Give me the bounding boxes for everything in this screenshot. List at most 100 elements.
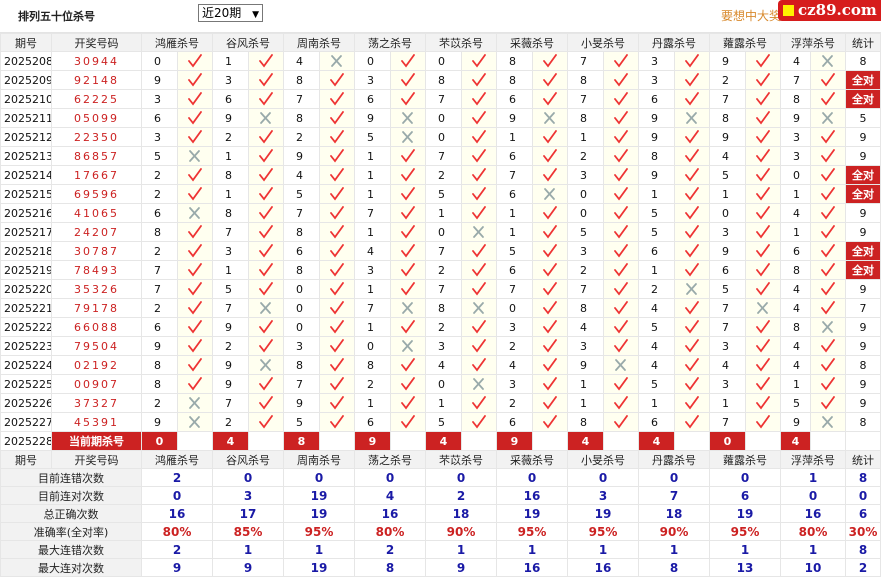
- kill-result: [810, 184, 846, 204]
- stat-value: 16: [780, 504, 846, 523]
- kill-result: [674, 203, 710, 223]
- cross-icon: [822, 416, 833, 428]
- stat-value: 0: [354, 468, 426, 487]
- kill-result: [248, 146, 284, 166]
- check-icon: [821, 206, 835, 220]
- kill-number: 7: [496, 279, 533, 299]
- column-header: 期号: [0, 33, 52, 52]
- kill-number: 5: [638, 374, 675, 394]
- kill-result: [390, 317, 426, 337]
- kill-result: [390, 241, 426, 261]
- kill-result: [674, 108, 710, 128]
- notice-link[interactable]: 要想中大奖: [721, 7, 781, 24]
- kill-result: [674, 51, 710, 71]
- check-icon: [543, 130, 557, 144]
- column-header: 采薇杀号: [496, 33, 568, 52]
- draw-number: 69596: [51, 184, 142, 204]
- kill-number: 9: [212, 374, 249, 394]
- kill-number: 7: [425, 89, 462, 109]
- check-icon: [543, 358, 557, 372]
- kill-number: 4: [283, 51, 320, 71]
- column-header: 开奖号码: [51, 450, 142, 469]
- issue-number: 2025215: [0, 184, 52, 204]
- cross-icon: [757, 302, 768, 314]
- kill-result: [461, 165, 497, 185]
- kill-number: 8: [780, 260, 811, 280]
- kill-number: 8: [567, 298, 604, 318]
- kill-result: [319, 317, 355, 337]
- stat-value: 8: [354, 558, 426, 577]
- issue-number: 2025209: [0, 70, 52, 90]
- kill-result: [603, 355, 639, 375]
- kill-number: 9: [638, 165, 675, 185]
- stat-value: 1: [212, 540, 284, 559]
- kill-result: [745, 146, 781, 166]
- kill-result: [177, 355, 213, 375]
- kill-result: [745, 374, 781, 394]
- site-logo[interactable]: cz89.com: [778, 0, 881, 21]
- table-row: 2025209 92148 9 3 8 3 8 8 8 3 2 7 全对: [0, 70, 881, 90]
- kill-result: [810, 146, 846, 166]
- kill-number: 4: [780, 279, 811, 299]
- stat-value: 85%: [212, 522, 284, 541]
- kill-number: 3: [567, 336, 604, 356]
- kill-number: 1: [425, 393, 462, 413]
- check-icon: [401, 282, 415, 296]
- kill-result: [810, 317, 846, 337]
- kill-result: [603, 127, 639, 147]
- kill-result: [390, 184, 426, 204]
- kill-result: [177, 336, 213, 356]
- kill-result: [390, 260, 426, 280]
- stat-total: 8: [845, 540, 881, 559]
- stat-value: 19: [283, 558, 355, 577]
- kill-number: 8: [141, 222, 178, 242]
- kill-number: 1: [496, 203, 533, 223]
- kill-result: [177, 298, 213, 318]
- stat-value: 1: [780, 468, 846, 487]
- check-icon: [330, 111, 344, 125]
- kill-number: 9: [567, 355, 604, 375]
- kill-number: 3: [638, 70, 675, 90]
- check-icon: [685, 415, 699, 429]
- kill-result: [810, 89, 846, 109]
- kill-number: 6: [496, 146, 533, 166]
- stat-total: 0: [845, 486, 881, 505]
- top-bar: 排列五十位杀号 近20期 ▼ 要想中大奖 cz89.com: [0, 0, 881, 33]
- kill-result: [532, 336, 568, 356]
- stat-value: 90%: [425, 522, 497, 541]
- kill-result: [745, 89, 781, 109]
- stat-value: 19: [496, 504, 568, 523]
- stat-value: 80%: [780, 522, 846, 541]
- kill-result: [810, 203, 846, 223]
- period-select[interactable]: 近20期 ▼: [198, 4, 263, 22]
- kill-result: [532, 374, 568, 394]
- stat-value: 95%: [567, 522, 639, 541]
- kill-number: 8: [567, 70, 604, 90]
- draw-number: 00907: [51, 374, 142, 394]
- kill-number: 1: [638, 393, 675, 413]
- kill-number: 6: [496, 89, 533, 109]
- kill-result: [248, 70, 284, 90]
- stat-value: 0: [212, 468, 284, 487]
- kill-result: [248, 412, 284, 432]
- stat-value: 80%: [141, 522, 213, 541]
- check-icon: [401, 206, 415, 220]
- kill-result: [745, 184, 781, 204]
- kill-number: 2: [354, 374, 391, 394]
- kill-number: 3: [354, 70, 391, 90]
- kill-number: 5: [638, 222, 675, 242]
- check-icon: [685, 377, 699, 391]
- check-icon: [188, 225, 202, 239]
- kill-result: [319, 298, 355, 318]
- kill-number: 9: [638, 127, 675, 147]
- kill-result: [248, 241, 284, 261]
- kill-number: 8: [354, 355, 391, 375]
- kill-number: 9: [141, 70, 178, 90]
- kill-number: 2: [212, 127, 249, 147]
- kill-number: 8: [425, 298, 462, 318]
- cross-icon: [189, 416, 200, 428]
- cross-icon: [331, 55, 342, 67]
- issue-number: 2025225: [0, 374, 52, 394]
- kill-number: 7: [425, 241, 462, 261]
- draw-number: 62225: [51, 89, 142, 109]
